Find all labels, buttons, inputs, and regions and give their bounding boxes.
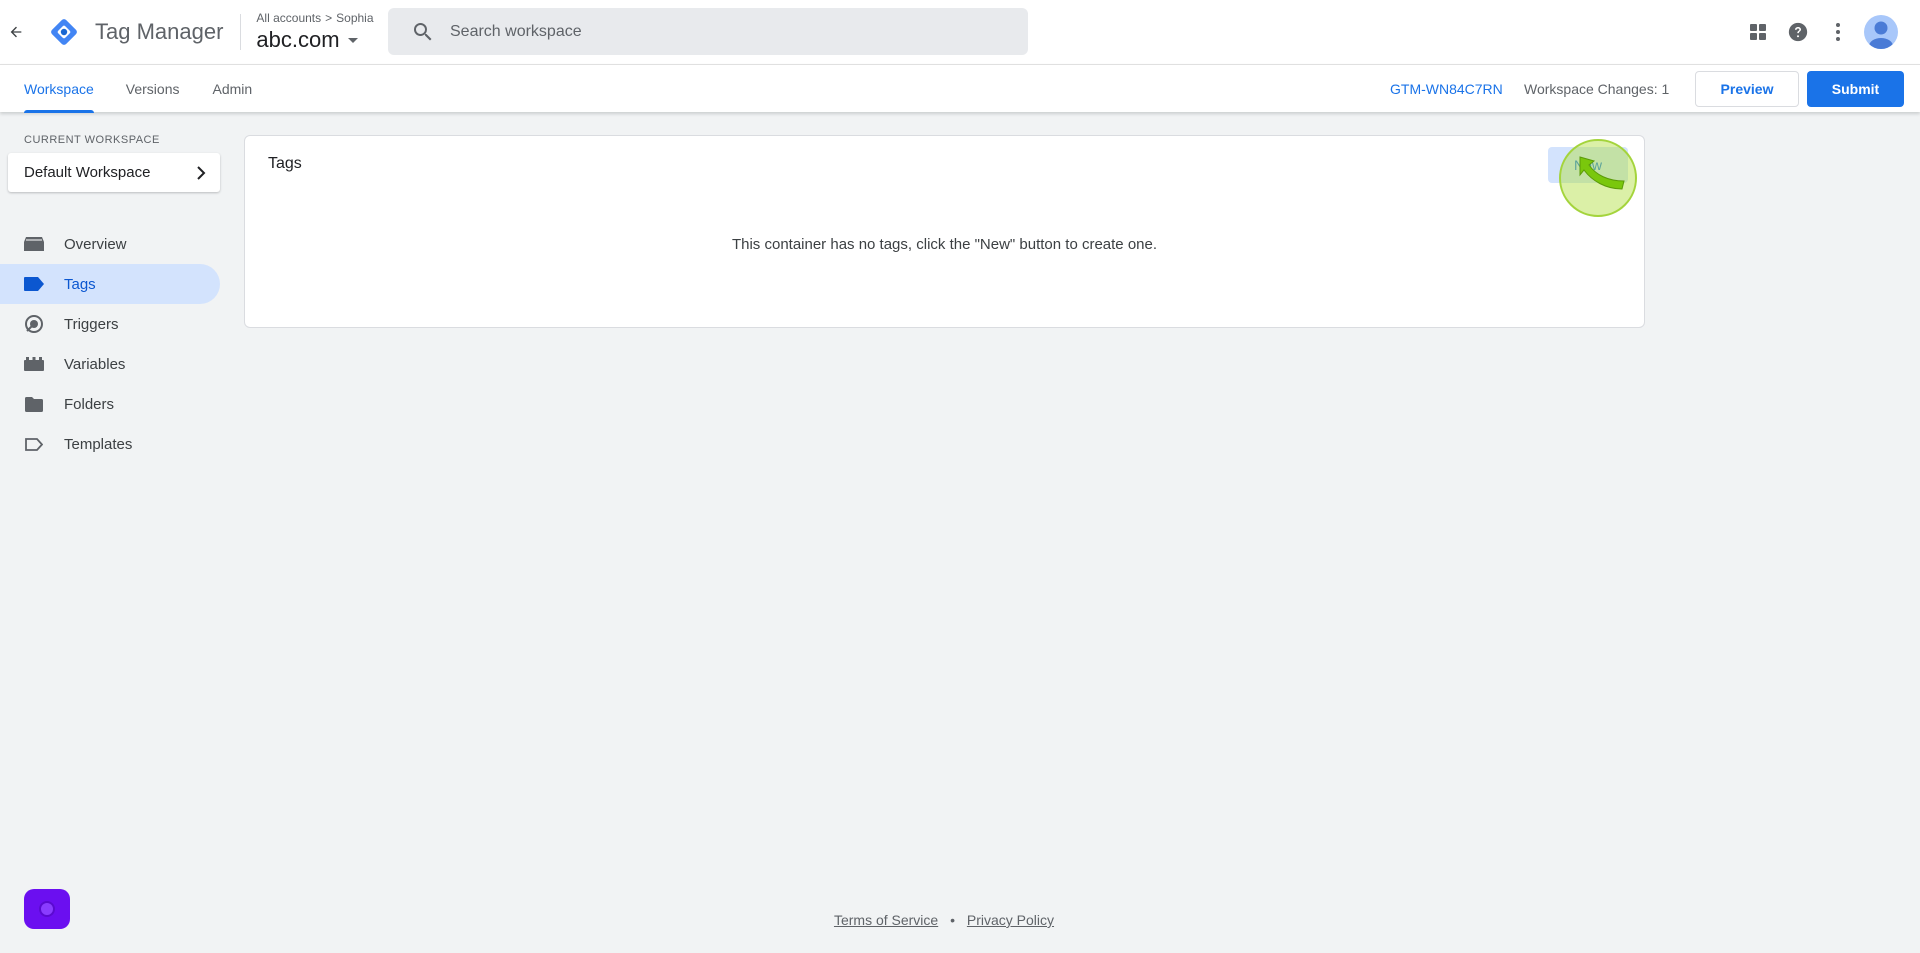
- sidebar-nav: Overview Tags Triggers Variables Folders…: [0, 224, 220, 464]
- tags-card: Tags New This container has no tags, cli…: [244, 135, 1645, 328]
- sidebar-item-templates[interactable]: Templates: [0, 424, 220, 464]
- current-workspace-label: CURRENT WORKSPACE: [24, 134, 160, 146]
- tag-icon: [24, 274, 44, 294]
- tab-admin[interactable]: Admin: [212, 65, 252, 113]
- account-container-switcher[interactable]: All accounts > Sophia abc.com: [256, 11, 373, 53]
- assistant-launcher-button[interactable]: [24, 889, 70, 929]
- avatar[interactable]: [1864, 15, 1898, 49]
- template-icon: [24, 434, 44, 454]
- caret-down-icon: [347, 37, 358, 43]
- sidebar-item-tags[interactable]: Tags: [0, 264, 220, 304]
- footer-separator: •: [950, 912, 955, 928]
- sidebar-item-label: Folders: [64, 395, 115, 413]
- help-icon[interactable]: [1778, 12, 1818, 52]
- tag-manager-logo[interactable]: [46, 14, 82, 50]
- top-app-bar: Tag Manager All accounts > Sophia abc.co…: [0, 0, 1920, 64]
- more-vert-icon[interactable]: [1818, 12, 1858, 52]
- preview-button[interactable]: Preview: [1695, 71, 1799, 107]
- card-title: Tags: [268, 155, 302, 172]
- apps-grid-icon[interactable]: [1738, 12, 1778, 52]
- breadcrumb-all-accounts[interactable]: All accounts: [256, 11, 321, 25]
- footer: Terms of Service • Privacy Policy: [0, 912, 1888, 928]
- cursor-arrow-icon: [1579, 156, 1625, 190]
- empty-state-message: This container has no tags, click the "N…: [731, 236, 1158, 253]
- sidebar-item-triggers[interactable]: Triggers: [0, 304, 220, 344]
- container-selector[interactable]: abc.com: [256, 27, 373, 53]
- assistant-launcher-icon: [39, 901, 55, 917]
- breadcrumb: All accounts > Sophia: [256, 11, 373, 25]
- sidebar-item-label: Overview: [64, 235, 127, 253]
- terms-of-service-link[interactable]: Terms of Service: [834, 912, 938, 928]
- folder-icon: [24, 394, 44, 414]
- search-input[interactable]: [450, 22, 1010, 41]
- app-title: Tag Manager: [95, 19, 224, 44]
- tab-versions[interactable]: Versions: [126, 65, 180, 113]
- chevron-right-icon: [197, 165, 206, 180]
- header-divider: [240, 14, 242, 50]
- submit-button[interactable]: Submit: [1807, 71, 1904, 107]
- sidebar-item-folders[interactable]: Folders: [0, 384, 220, 424]
- search-icon: [414, 22, 432, 40]
- workspace-nav: Workspace Versions Admin GTM-WN84C7RN Wo…: [0, 64, 1920, 113]
- sidebar-item-label: Tags: [64, 275, 96, 293]
- workspace-selector[interactable]: Default Workspace: [8, 153, 220, 192]
- sidebar-item-label: Triggers: [64, 315, 119, 333]
- sidebar-item-label: Variables: [64, 355, 126, 373]
- search-bar[interactable]: [388, 8, 1028, 55]
- breadcrumb-account[interactable]: Sophia: [336, 11, 373, 25]
- variables-icon: [24, 354, 44, 374]
- back-arrow-icon[interactable]: [0, 0, 32, 64]
- sidebar-item-label: Templates: [64, 435, 133, 453]
- tab-workspace[interactable]: Workspace: [24, 65, 94, 113]
- sidebar-item-variables[interactable]: Variables: [0, 344, 220, 384]
- workspace-changes-count: Workspace Changes: 1: [1524, 80, 1670, 97]
- workspace-name: Default Workspace: [24, 164, 151, 181]
- sidebar-item-overview[interactable]: Overview: [0, 224, 220, 264]
- overview-icon: [24, 234, 44, 254]
- container-id-link[interactable]: GTM-WN84C7RN: [1390, 81, 1503, 97]
- privacy-policy-link[interactable]: Privacy Policy: [967, 912, 1054, 928]
- top-actions: [1738, 12, 1898, 52]
- breadcrumb-separator: >: [325, 11, 333, 25]
- trigger-icon: [24, 314, 44, 334]
- container-name: abc.com: [256, 27, 340, 52]
